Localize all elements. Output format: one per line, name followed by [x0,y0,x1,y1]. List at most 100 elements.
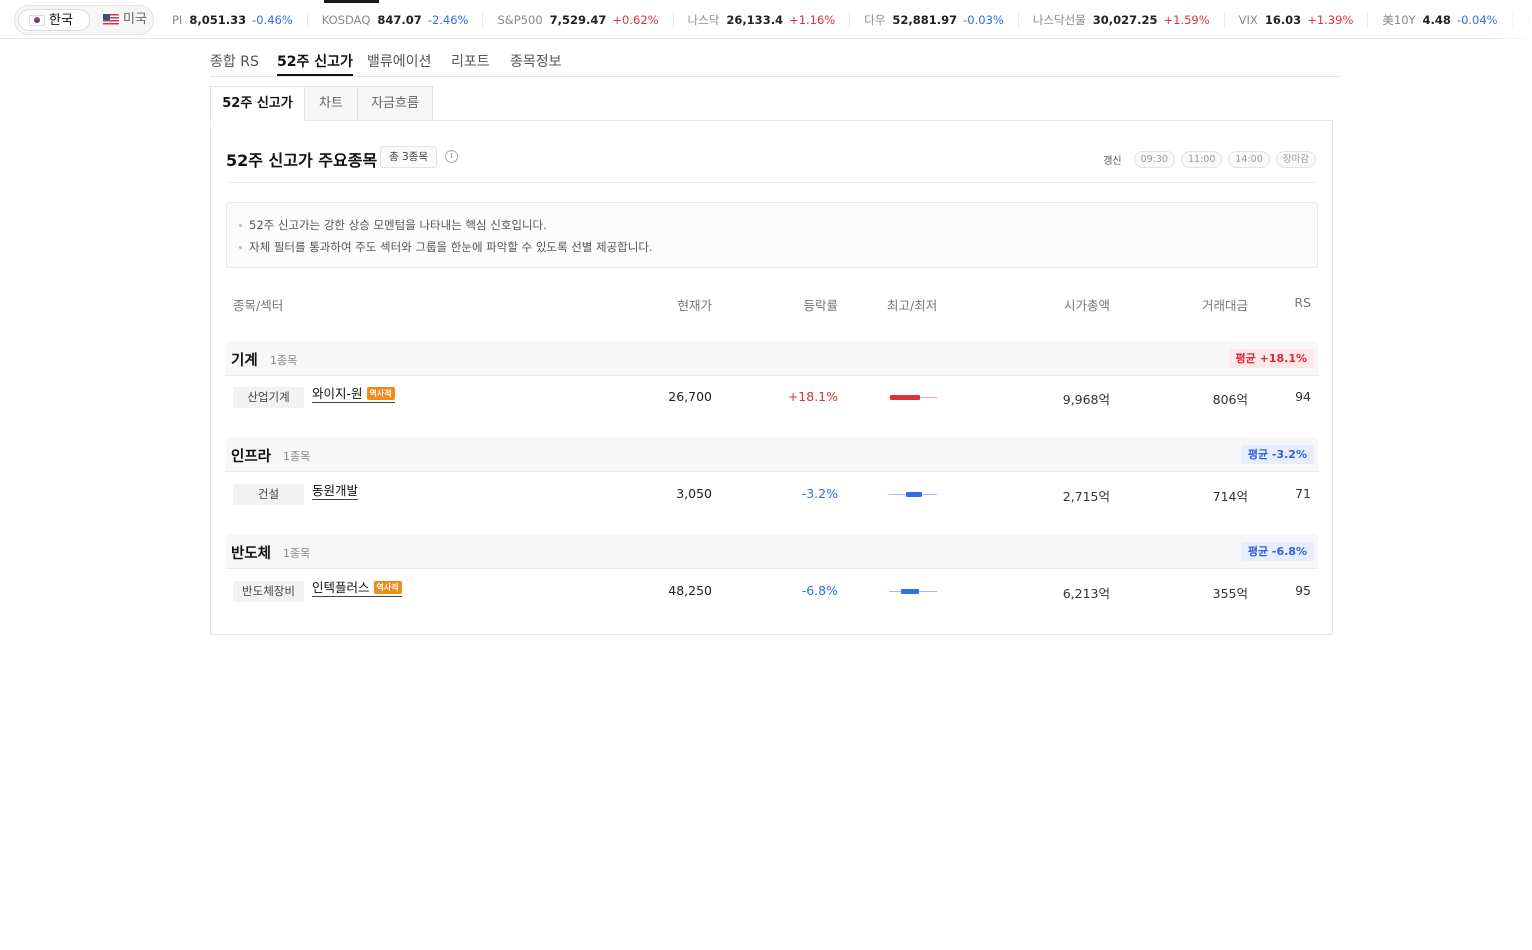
ticker-value: 8,051.33 [189,12,247,27]
subtab-52week-high[interactable]: 52주 신고가 [210,86,305,121]
country-toggle[interactable]: 한국 미국 [14,5,154,35]
ticker-item[interactable]: KOSDAQ 847.07 -2.46% [308,12,484,27]
ticker-scroll: PI 8,051.33 -0.46% KOSDAQ 847.07 -2.46% S&P500… [172,0,1532,39]
header-range: 최고/최저 [887,298,938,313]
group-name: 반도체 [231,546,272,562]
group-average-badge: 평균 +18.1% [1228,349,1314,368]
record-high-badge: 역사적 [373,581,402,594]
ticker-item[interactable]: 나스닥선물 30,027.25 +1.59% [1019,12,1225,27]
main-tabs: 종합 RS 52주 신고가 밸류에이션 리포트 종목정보 [210,40,1340,77]
group-header-semiconductor: 반도체 1종목 평균 -6.8% [226,534,1318,569]
header-volume[interactable]: 거래대금 [1202,295,1248,314]
stock-name-link[interactable]: 와이지-원 역사적 [312,386,395,403]
trading-value: 806억 [1212,392,1248,407]
country-usa-label: 미국 [123,12,147,27]
ticker-list: PI 8,051.33 -0.46% KOSDAQ 847.07 -2.46% S&P500… [172,0,1532,39]
group-count: 1종목 [283,450,311,463]
ticker-value: 30,027.25 [1092,12,1158,27]
ticker-item[interactable]: S&P500 7,529.47 +0.62% [483,12,674,27]
ticker-item[interactable]: 美10Y 4.48 -0.04% [1368,12,1513,27]
group-name: 기계 [231,353,258,369]
refresh-schedule: 갱신 09:30 11:00 14:00 장마감 [1103,151,1316,168]
rs-score: 95 [1295,583,1311,598]
table-row[interactable]: 반도체장비 인텍플러스 역사적 48,250 -6.8% 6,213억 355억 … [226,573,1318,610]
header-price[interactable]: 현재가 [677,295,712,314]
ticker-value: 52,881.97 [892,12,958,27]
ticker-value: 847.07 [377,12,422,27]
ticker-item[interactable]: 다우 52,881.97 -0.03% [850,12,1019,27]
stock-name-link[interactable]: 인텍플러스 역사적 [312,580,402,597]
ticker-value: 16.03 [1264,12,1302,27]
group-header-infra: 인프라 1종목 평균 -3.2% [226,437,1318,472]
group-name: 인프라 [231,449,272,465]
stock-name-link[interactable]: 동원개발 [312,483,359,500]
refresh-time-0930[interactable]: 09:30 [1133,151,1175,168]
ticker-value: 26,133.4 [726,12,784,27]
table-row[interactable]: 산업기계 와이지-원 역사적 26,700 +18.1% 9,968억 806억 … [226,379,1318,416]
refresh-time-1100[interactable]: 11:00 [1180,151,1223,168]
country-korea-button[interactable]: 한국 [18,9,90,31]
range-fill [901,589,919,594]
change-rate: -6.8% [801,583,838,598]
subtab-chart[interactable]: 차트 [304,86,358,121]
ticker-item[interactable]: 나스닥 26,133.4 +1.16% [674,12,851,27]
header-rs[interactable]: RS [1294,295,1311,310]
sector-chip[interactable]: 건설 [233,484,304,505]
tab-report[interactable]: 리포트 [451,51,490,76]
stock-name: 인텍플러스 [312,580,370,595]
tab-52week-high[interactable]: 52주 신고가 [277,51,353,76]
stock-name: 와이지-원 [312,386,363,401]
ticker-name: 나스닥 [687,12,720,27]
rs-score: 94 [1295,389,1311,404]
ticker-change: +1.39% [1307,12,1354,27]
header-name[interactable]: 종목/섹터 [233,295,283,314]
high-low-range-bar [889,588,937,596]
country-usa-button[interactable]: 미국 [93,9,151,31]
ticker-name: KOSDAQ [321,12,371,27]
ticker-change: -2.46% [427,12,469,27]
group-count: 1종목 [270,354,298,367]
ticker-change: -0.03% [963,12,1004,27]
tab-composite-rs[interactable]: 종합 RS [210,51,259,76]
trading-value: 714억 [1212,489,1248,504]
table-row[interactable]: 건설 동원개발 3,050 -3.2% 2,715억 714억 71 [226,476,1318,513]
tab-valuation[interactable]: 밸류에이션 [367,51,431,76]
record-high-badge: 역사적 [366,387,395,400]
ticker-name: 美10Y [1382,12,1416,27]
change-rate: -3.2% [801,486,838,501]
country-korea-label: 한국 [49,13,73,28]
tab-stock-info[interactable]: 종목정보 [510,51,562,76]
header-change[interactable]: 등락률 [803,295,838,314]
group-header-machinery: 기계 1종목 평균 +18.1% [226,341,1318,376]
sector-chip[interactable]: 반도체장비 [233,581,304,602]
ticker-name: S&P500 [497,12,543,27]
ticker-fade [1492,0,1532,39]
market-ticker-bar: 한국 미국 PI 8,051.33 -0.46% KOSDAQ 847.07 -2.46%… [0,0,1532,39]
new-high-panel: 52주 신고가 주요종목 총 3종목 i 갱신 09:30 11:00 14:0… [210,120,1333,635]
ticker-name: VIX [1238,12,1258,27]
ticker-item[interactable]: VIX 16.03 +1.39% [1225,12,1369,27]
header-market-cap[interactable]: 시가총액 [1064,295,1110,314]
refresh-label: 갱신 [1103,156,1122,167]
korea-flag-icon [29,15,45,26]
current-price: 48,250 [668,583,712,598]
stock-count-badge: 총 3종목 [380,146,437,168]
market-cap: 6,213억 [1062,586,1110,601]
subtab-fund-flow[interactable]: 자금흐름 [357,86,433,121]
group-count: 1종목 [283,547,311,560]
group-average-badge: 평균 -6.8% [1240,542,1314,561]
stock-name: 동원개발 [312,483,359,498]
notice-line: 자체 필터를 통과하여 주도 섹터와 그룹을 한눈에 파악할 수 있도록 선별 … [239,238,1317,260]
sector-chip[interactable]: 산업기계 [233,387,304,408]
market-cap: 9,968억 [1062,392,1110,407]
ticker-item[interactable]: PI 8,051.33 -0.46% [172,12,308,27]
ticker-name: PI [172,12,183,27]
change-rate: +18.1% [787,389,838,404]
ticker-change: +1.59% [1163,12,1210,27]
refresh-time-close[interactable]: 장마감 [1275,151,1316,168]
trading-value: 355억 [1212,586,1248,601]
range-fill [890,395,920,400]
info-icon[interactable]: i [445,150,458,163]
refresh-time-1400[interactable]: 14:00 [1228,151,1270,168]
notice-box: 52주 신고가는 강한 상승 모멘텀을 나타내는 핵심 신호입니다. 자체 필터… [226,202,1318,268]
